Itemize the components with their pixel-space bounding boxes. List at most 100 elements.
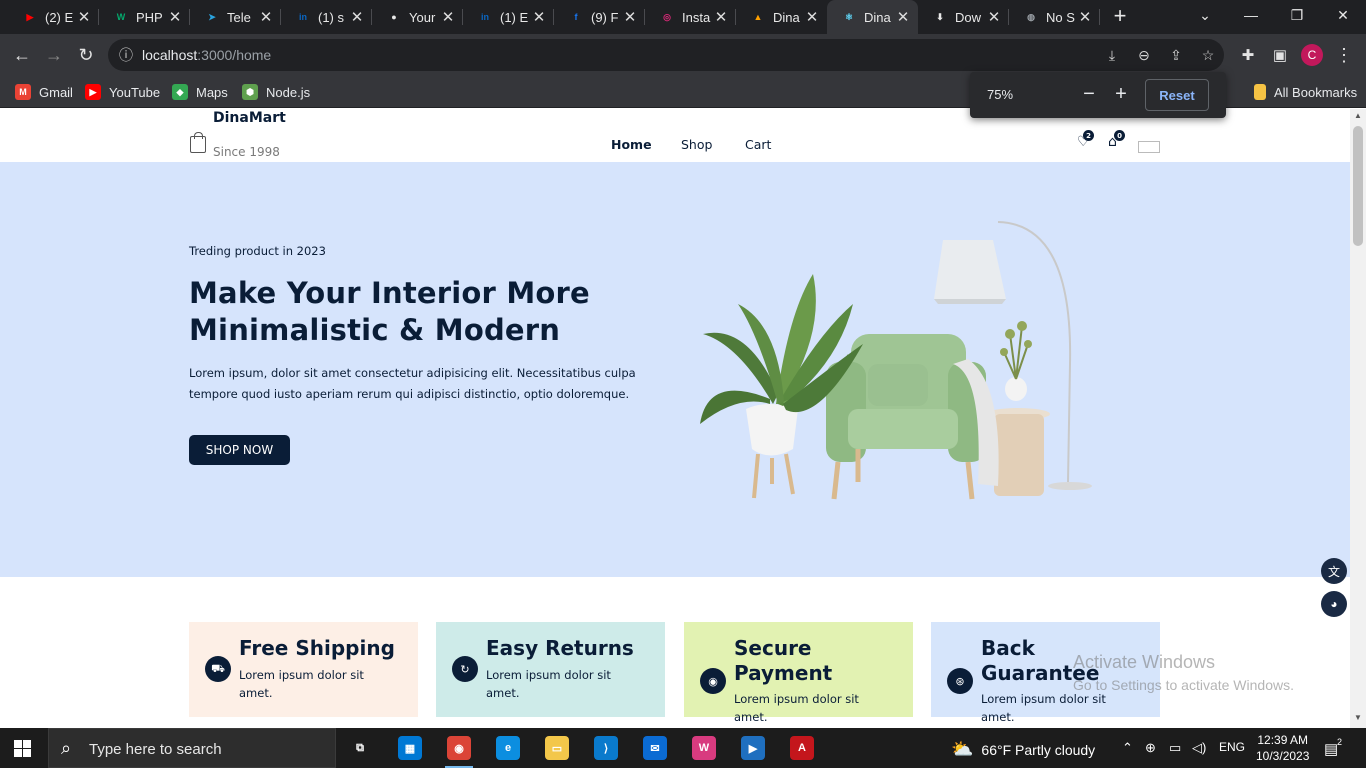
browser-tab[interactable]: ⬇ Dow ✕ bbox=[918, 0, 1009, 34]
profile-avatar[interactable]: C bbox=[1301, 44, 1323, 66]
url-text[interactable]: localhost:3000/home bbox=[142, 47, 271, 63]
brand-name[interactable]: DinaMart bbox=[213, 110, 286, 126]
address-bar[interactable]: ⓘ localhost:3000/home ⤓ ⊖ ⇪ ☆ bbox=[108, 39, 1224, 71]
install-app-icon[interactable]: ⤓ bbox=[1102, 45, 1122, 65]
page-scrollbar[interactable]: ▲ ▼ bbox=[1350, 109, 1366, 728]
back-button[interactable]: ← bbox=[9, 42, 35, 68]
close-tab-icon[interactable]: ✕ bbox=[350, 8, 364, 26]
close-tab-icon[interactable]: ✕ bbox=[441, 8, 455, 26]
browser-tab[interactable]: in (1) s ✕ bbox=[281, 0, 372, 34]
microsoft-store-icon: ▦ bbox=[398, 736, 422, 760]
bookmark-star-icon[interactable]: ☆ bbox=[1198, 45, 1218, 65]
zoom-reset-button[interactable]: Reset bbox=[1145, 79, 1209, 111]
notification-count: 2 bbox=[1337, 737, 1343, 747]
extensions-icon[interactable]: ✚ bbox=[1235, 42, 1261, 68]
site-info-icon[interactable]: ⓘ bbox=[116, 45, 136, 65]
chrome-menu-icon[interactable]: ⋮ bbox=[1331, 42, 1357, 68]
bookmark-item[interactable]: ◆ Maps bbox=[172, 82, 228, 102]
taskbar-search[interactable]: ⌕ Type here to search bbox=[48, 728, 336, 768]
cart-count-badge: 0 bbox=[1114, 130, 1125, 141]
brand-since: Since 1998 bbox=[213, 145, 280, 159]
tab-title: PHP bbox=[136, 9, 163, 25]
close-tab-icon[interactable]: ✕ bbox=[168, 8, 182, 26]
taskbar-app[interactable]: ⧉ bbox=[344, 733, 376, 763]
tab-title: Tele bbox=[227, 9, 251, 25]
browser-tab[interactable]: ● Your ✕ bbox=[372, 0, 463, 34]
browser-tab[interactable]: in (1) E ✕ bbox=[463, 0, 554, 34]
tab-search-icon[interactable]: ⌄ bbox=[1182, 0, 1228, 30]
tab-title: Your bbox=[409, 9, 436, 25]
new-tab-button[interactable]: + bbox=[1109, 5, 1131, 27]
taskbar-app[interactable]: ⟩ bbox=[590, 733, 622, 763]
share-icon[interactable]: ⇪ bbox=[1166, 45, 1186, 65]
taskbar-app[interactable]: A bbox=[786, 733, 818, 763]
browser-tab[interactable]: ⚛ Dina ✕ bbox=[827, 0, 918, 34]
search-placeholder: Type here to search bbox=[89, 741, 222, 758]
chat-assistant-icon[interactable]: ◕ bbox=[1321, 591, 1347, 617]
shop-now-button[interactable]: SHOP NOW bbox=[189, 435, 290, 465]
language-indicator[interactable]: ENG bbox=[1219, 740, 1245, 754]
bookmark-item[interactable]: M Gmail bbox=[15, 82, 73, 102]
user-avatar-broken-image[interactable] bbox=[1138, 141, 1160, 153]
activate-subtitle: Go to Settings to activate Windows. bbox=[1073, 677, 1294, 693]
all-bookmarks-folder[interactable]: All Bookmarks bbox=[1254, 82, 1357, 102]
browser-tab[interactable]: ◎ Insta ✕ bbox=[645, 0, 736, 34]
tab-title: (1) s bbox=[318, 9, 344, 25]
clock-time: 12:39 AM bbox=[1257, 733, 1309, 747]
close-tab-icon[interactable]: ✕ bbox=[623, 8, 637, 26]
show-hidden-icons[interactable]: ⌃ bbox=[1122, 740, 1133, 756]
close-tab-icon[interactable]: ✕ bbox=[77, 8, 91, 26]
zoom-in-button[interactable]: + bbox=[1109, 82, 1133, 106]
side-panel-icon[interactable]: ▣ bbox=[1267, 42, 1293, 68]
nav-shop[interactable]: Shop bbox=[681, 137, 712, 152]
browser-tab[interactable]: ▲ Dina ✕ bbox=[736, 0, 827, 34]
close-tab-icon[interactable]: ✕ bbox=[987, 8, 1001, 26]
forward-button[interactable]: → bbox=[41, 42, 67, 68]
restore-button[interactable]: ❐ bbox=[1274, 0, 1320, 30]
browser-tab[interactable]: ◍ No S ✕ bbox=[1009, 0, 1100, 34]
bookmark-label: Maps bbox=[196, 84, 228, 100]
close-tab-icon[interactable]: ✕ bbox=[805, 8, 819, 26]
volume-icon[interactable]: ◁) bbox=[1192, 740, 1206, 756]
shopping-bag-logo-icon bbox=[190, 132, 206, 153]
battery-icon[interactable]: ▭ bbox=[1169, 740, 1181, 756]
clock[interactable]: 12:39 AM 10/3/2023 bbox=[1256, 732, 1309, 764]
taskbar-app[interactable]: e bbox=[492, 733, 524, 763]
close-tab-icon[interactable]: ✕ bbox=[896, 8, 910, 26]
close-tab-icon[interactable]: ✕ bbox=[1078, 8, 1092, 26]
service-text: Lorem ipsum dolor sit amet. bbox=[486, 668, 611, 700]
taskbar-app[interactable]: ▶ bbox=[737, 733, 769, 763]
close-window-button[interactable]: ✕ bbox=[1320, 0, 1366, 30]
taskbar-app[interactable]: W bbox=[688, 733, 720, 763]
close-tab-icon[interactable]: ✕ bbox=[714, 8, 728, 26]
scroll-up-arrow[interactable]: ▲ bbox=[1350, 111, 1366, 125]
nav-cart[interactable]: Cart bbox=[745, 137, 771, 152]
translate-icon[interactable]: 文 bbox=[1321, 558, 1347, 584]
instagram-icon: ◎ bbox=[663, 11, 671, 22]
youtube-icon: ▶ bbox=[26, 11, 34, 22]
zoom-out-button[interactable]: − bbox=[1077, 82, 1101, 106]
minimize-button[interactable]: — bbox=[1228, 0, 1274, 30]
browser-tab[interactable]: W PHP ✕ bbox=[99, 0, 190, 34]
taskbar-app[interactable]: ▭ bbox=[541, 733, 573, 763]
scroll-thumb[interactable] bbox=[1353, 126, 1363, 246]
browser-tab[interactable]: ➤ Tele ✕ bbox=[190, 0, 281, 34]
close-tab-icon[interactable]: ✕ bbox=[259, 8, 273, 26]
taskbar-app[interactable]: ▦ bbox=[394, 733, 426, 763]
close-tab-icon[interactable]: ✕ bbox=[532, 8, 546, 26]
reload-button[interactable]: ↻ bbox=[73, 42, 99, 68]
weather-widget[interactable]: ⛅ 66°F Partly cloudy bbox=[951, 739, 1095, 760]
browser-tab[interactable]: ▶ (2) E ✕ bbox=[8, 0, 99, 34]
zoom-icon[interactable]: ⊖ bbox=[1134, 45, 1154, 65]
bookmark-item[interactable]: ⬢ Node.js bbox=[242, 82, 310, 102]
bookmark-item[interactable]: ▶ YouTube bbox=[85, 82, 160, 102]
network-icon[interactable]: ⊕ bbox=[1145, 740, 1156, 756]
taskbar-app[interactable]: ◉ bbox=[443, 733, 475, 768]
service-text: Lorem ipsum dolor sit amet. bbox=[239, 668, 364, 700]
nav-home[interactable]: Home bbox=[611, 137, 652, 152]
browser-tab[interactable]: f (9) F ✕ bbox=[554, 0, 645, 34]
taskbar-app[interactable]: ✉ bbox=[639, 733, 671, 763]
scroll-down-arrow[interactable]: ▼ bbox=[1350, 713, 1366, 727]
service-card: ◉ Secure Payment Lorem ipsum dolor sit ame… bbox=[684, 622, 913, 724]
windows-start-icon[interactable] bbox=[14, 740, 31, 757]
